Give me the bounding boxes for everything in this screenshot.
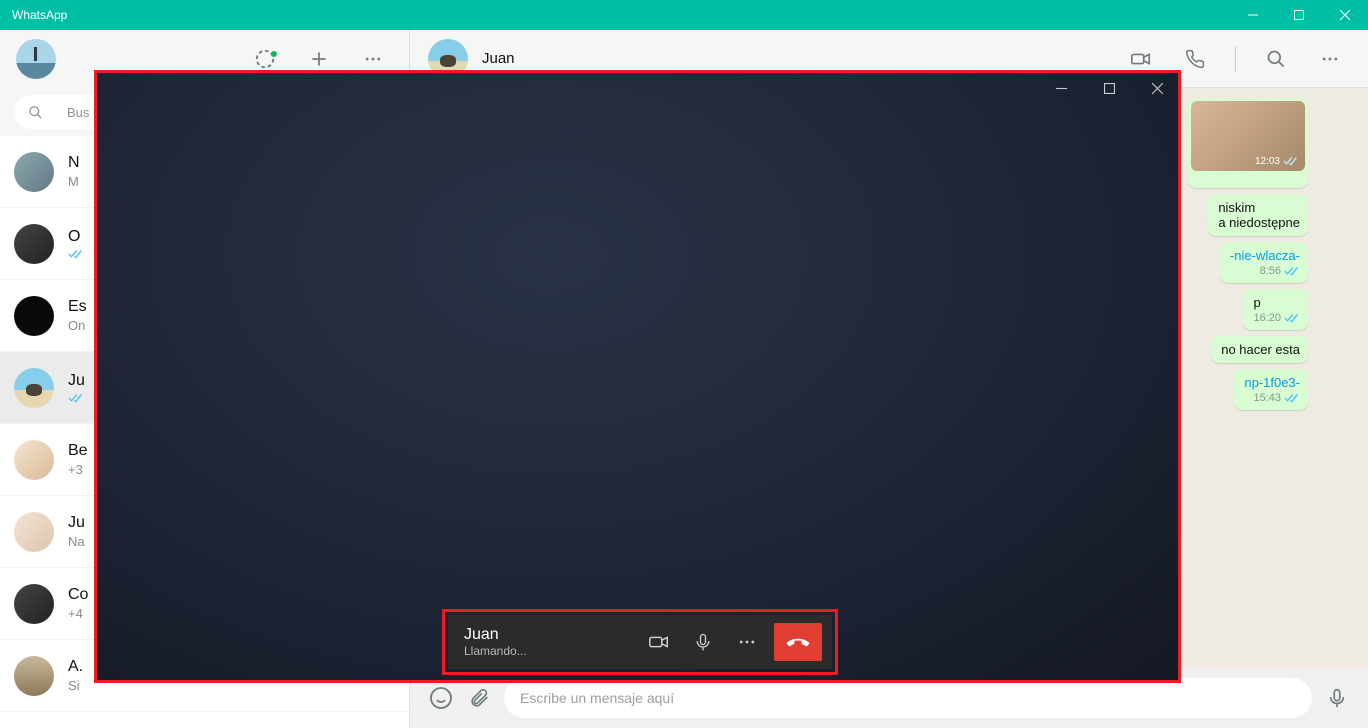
chat-avatar xyxy=(14,584,54,624)
window-maximize-button[interactable] xyxy=(1276,0,1322,30)
chat-avatar xyxy=(14,656,54,696)
chat-name: Ju xyxy=(68,372,85,390)
chat-avatar xyxy=(14,152,54,192)
call-minimize-button[interactable] xyxy=(1046,76,1076,100)
chat-avatar xyxy=(14,440,54,480)
image-thumbnail[interactable]: 12:03 xyxy=(1191,101,1305,171)
message-meta: 12:03 xyxy=(1255,155,1299,167)
read-receipt-icon xyxy=(68,392,84,404)
window-minimize-button[interactable] xyxy=(1230,0,1276,30)
chat-name: Ju xyxy=(68,514,85,532)
call-status: Llamando... xyxy=(464,644,632,658)
message-text: no hacer esta xyxy=(1221,342,1300,357)
chat-avatar xyxy=(14,224,54,264)
message-input-placeholder: Escribe un mensaje aquí xyxy=(520,690,674,706)
call-window[interactable]: Juan Llamando... xyxy=(97,73,1178,680)
chat-menu-button[interactable] xyxy=(1310,39,1350,79)
chat-name: O xyxy=(68,228,80,246)
message-input[interactable]: Escribe un mensaje aquí xyxy=(504,678,1312,718)
chat-preview: Si xyxy=(68,678,80,693)
call-controls-highlight: Juan Llamando... xyxy=(442,609,838,675)
message-bubble[interactable]: np-1f0e3- 15:43 xyxy=(1234,369,1308,410)
chat-preview: M xyxy=(68,174,79,189)
message-meta: 16:20 xyxy=(1253,312,1300,324)
chat-preview: Na xyxy=(68,534,85,549)
call-controls-bar: Juan Llamando... xyxy=(448,615,832,669)
chat-preview: +4 xyxy=(68,606,83,621)
chat-list-item[interactable]: Elena Pisosábado xyxy=(0,712,409,728)
attach-button[interactable] xyxy=(466,685,492,711)
message-meta: 15:43 xyxy=(1244,392,1300,404)
header-divider xyxy=(1235,46,1236,72)
chat-name: N xyxy=(68,154,80,172)
chat-preview xyxy=(68,392,84,404)
window-close-button[interactable] xyxy=(1322,0,1368,30)
call-contact-name: Juan xyxy=(464,626,632,644)
call-window-highlight: Juan Llamando... xyxy=(94,70,1181,683)
call-more-button[interactable] xyxy=(730,625,764,659)
search-in-chat-button[interactable] xyxy=(1256,39,1296,79)
emoji-button[interactable] xyxy=(428,685,454,711)
chat-name: Co xyxy=(68,586,88,604)
message-text: niskima niedostępne xyxy=(1218,200,1300,230)
hang-up-button[interactable] xyxy=(774,623,822,661)
chat-name: Be xyxy=(68,442,88,460)
window-titlebar: WhatsApp xyxy=(0,0,1368,30)
contact-name[interactable]: Juan xyxy=(482,50,515,67)
voice-message-button[interactable] xyxy=(1324,685,1350,711)
message-bubble[interactable]: no hacer esta xyxy=(1211,336,1308,363)
message-bubble[interactable]: niskima niedostępne xyxy=(1208,194,1308,236)
read-receipt-icon xyxy=(68,248,84,260)
message-text: p xyxy=(1253,295,1300,310)
call-close-button[interactable] xyxy=(1142,76,1172,100)
chat-name: Es xyxy=(68,298,87,316)
toggle-video-button[interactable] xyxy=(642,625,676,659)
chat-preview: On xyxy=(68,318,85,333)
message-bubble[interactable]: 12:03 xyxy=(1188,98,1308,188)
search-placeholder: Bus xyxy=(67,105,89,120)
message-link[interactable]: np-1f0e3- xyxy=(1244,375,1300,390)
my-avatar[interactable] xyxy=(16,39,56,79)
chat-avatar xyxy=(14,296,54,336)
message-link[interactable]: -nie-wlacza- xyxy=(1230,248,1300,263)
chat-preview xyxy=(68,248,84,260)
voice-call-button[interactable] xyxy=(1175,39,1215,79)
message-bubble[interactable]: -nie-wlacza- 8:56 xyxy=(1220,242,1308,283)
chat-avatar xyxy=(14,368,54,408)
call-window-controls xyxy=(1046,76,1172,100)
window-controls xyxy=(1230,0,1368,30)
call-maximize-button[interactable] xyxy=(1094,76,1124,100)
message-meta: 8:56 xyxy=(1230,265,1300,277)
search-icon xyxy=(28,105,43,120)
chat-avatar xyxy=(14,512,54,552)
chat-preview: +3 xyxy=(68,462,83,477)
message-bubble[interactable]: p 16:20 xyxy=(1243,289,1308,330)
message-text: np-1f0e3- xyxy=(1244,375,1300,390)
chat-name: A. xyxy=(68,658,83,676)
toggle-mic-button[interactable] xyxy=(686,625,720,659)
status-indicator-dot xyxy=(271,51,277,57)
window-title: WhatsApp xyxy=(12,8,67,22)
message-text: -nie-wlacza- xyxy=(1230,248,1300,263)
call-info: Juan Llamando... xyxy=(464,626,632,658)
